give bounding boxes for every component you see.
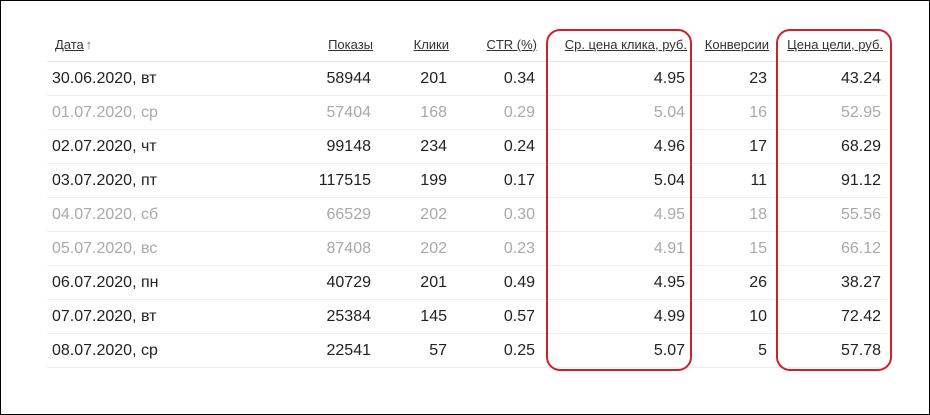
cell-conversions: 15 xyxy=(691,231,773,266)
table-body: 30.06.2020, вт 58944 201 0.34 4.95 23 43.24 01.… xyxy=(47,61,887,368)
table-row: 06.07.2020, пн 40729 201 0.49 4.95 26 38.27 xyxy=(47,265,887,300)
cell-goal-cost: 91.12 xyxy=(773,163,887,198)
table-row: 30.06.2020, вт 58944 201 0.34 4.95 23 43.24 xyxy=(47,61,887,96)
cell-cpc: 4.95 xyxy=(541,61,691,96)
cell-ctr: 0.49 xyxy=(453,265,541,300)
header-ctr-label[interactable]: CTR (%) xyxy=(486,37,537,52)
cell-clicks: 202 xyxy=(377,231,453,266)
cell-impressions: 66529 xyxy=(287,197,377,232)
cell-impressions: 40729 xyxy=(287,265,377,300)
cell-cpc: 5.07 xyxy=(541,333,691,368)
cell-ctr: 0.25 xyxy=(453,333,541,368)
cell-impressions: 22541 xyxy=(287,333,377,368)
cell-goal-cost: 38.27 xyxy=(773,265,887,300)
header-clicks-label[interactable]: Клики xyxy=(414,37,449,52)
header-cpc[interactable]: Ср. цена клика, руб. xyxy=(541,27,691,62)
cell-clicks: 168 xyxy=(377,95,453,130)
cell-ctr: 0.23 xyxy=(453,231,541,266)
cell-impressions: 25384 xyxy=(287,299,377,334)
cell-cpc: 4.99 xyxy=(541,299,691,334)
cell-conversions: 26 xyxy=(691,265,773,300)
cell-cpc: 4.95 xyxy=(541,197,691,232)
cell-ctr: 0.17 xyxy=(453,163,541,198)
cell-conversions: 5 xyxy=(691,333,773,368)
cell-goal-cost: 52.95 xyxy=(773,95,887,130)
cell-conversions: 10 xyxy=(691,299,773,334)
cell-goal-cost: 72.42 xyxy=(773,299,887,334)
cell-conversions: 23 xyxy=(691,61,773,96)
cell-goal-cost: 57.78 xyxy=(773,333,887,368)
cell-cpc: 4.96 xyxy=(541,129,691,164)
sort-ascending-icon[interactable]: ↑ xyxy=(86,37,93,52)
cell-date: 04.07.2020, сб xyxy=(47,197,287,232)
cell-goal-cost: 55.56 xyxy=(773,197,887,232)
header-clicks[interactable]: Клики xyxy=(377,27,453,62)
cell-date: 07.07.2020, вт xyxy=(47,299,287,334)
cell-cpc: 5.04 xyxy=(541,95,691,130)
cell-conversions: 16 xyxy=(691,95,773,130)
cell-cpc: 5.04 xyxy=(541,163,691,198)
cell-impressions: 99148 xyxy=(287,129,377,164)
table-header-row: Дата ↑ Показы Клики CTR (%) Ср. цена клик… xyxy=(47,27,887,62)
cell-conversions: 18 xyxy=(691,197,773,232)
header-date-label[interactable]: Дата xyxy=(55,37,84,52)
table-row: 05.07.2020, вс 87408 202 0.23 4.91 15 66.12 xyxy=(47,231,887,266)
cell-date: 02.07.2020, чт xyxy=(47,129,287,164)
cell-goal-cost: 68.29 xyxy=(773,129,887,164)
cell-date: 05.07.2020, вс xyxy=(47,231,287,266)
cell-impressions: 57404 xyxy=(287,95,377,130)
cell-cpc: 4.91 xyxy=(541,231,691,266)
cell-conversions: 17 xyxy=(691,129,773,164)
header-date[interactable]: Дата ↑ xyxy=(47,27,287,62)
cell-date: 01.07.2020, ср xyxy=(47,95,287,130)
cell-clicks: 201 xyxy=(377,265,453,300)
cell-clicks: 145 xyxy=(377,299,453,334)
header-conversions[interactable]: Конверсии xyxy=(691,27,773,62)
cell-conversions: 11 xyxy=(691,163,773,198)
cell-date: 30.06.2020, вт xyxy=(47,61,287,96)
table-row: 04.07.2020, сб 66529 202 0.30 4.95 18 55.56 xyxy=(47,197,887,232)
stats-table: Дата ↑ Показы Клики CTR (%) Ср. цена клик… xyxy=(47,27,887,368)
cell-date: 03.07.2020, пт xyxy=(47,163,287,198)
cell-cpc: 4.95 xyxy=(541,265,691,300)
cell-clicks: 201 xyxy=(377,61,453,96)
screenshot-frame: Дата ↑ Показы Клики CTR (%) Ср. цена клик… xyxy=(0,0,930,415)
cell-clicks: 234 xyxy=(377,129,453,164)
cell-ctr: 0.24 xyxy=(453,129,541,164)
header-cpc-label[interactable]: Ср. цена клика, руб. xyxy=(565,37,687,52)
cell-date: 06.07.2020, пн xyxy=(47,265,287,300)
cell-date: 08.07.2020, ср xyxy=(47,333,287,368)
cell-ctr: 0.30 xyxy=(453,197,541,232)
header-goal-cost[interactable]: Цена цели, руб. xyxy=(773,27,887,62)
table-row: 01.07.2020, ср 57404 168 0.29 5.04 16 52.95 xyxy=(47,95,887,130)
header-goal-cost-label[interactable]: Цена цели, руб. xyxy=(787,37,883,52)
cell-ctr: 0.57 xyxy=(453,299,541,334)
cell-goal-cost: 66.12 xyxy=(773,231,887,266)
header-impressions[interactable]: Показы xyxy=(287,27,377,62)
table-row: 02.07.2020, чт 99148 234 0.24 4.96 17 68.29 xyxy=(47,129,887,164)
cell-clicks: 202 xyxy=(377,197,453,232)
table-row: 03.07.2020, пт 117515 199 0.17 5.04 11 91.12 xyxy=(47,163,887,198)
header-impressions-label[interactable]: Показы xyxy=(328,37,373,52)
cell-ctr: 0.34 xyxy=(453,61,541,96)
cell-impressions: 58944 xyxy=(287,61,377,96)
cell-goal-cost: 43.24 xyxy=(773,61,887,96)
cell-impressions: 87408 xyxy=(287,231,377,266)
table-row: 08.07.2020, ср 22541 57 0.25 5.07 5 57.78 xyxy=(47,333,887,368)
cell-impressions: 117515 xyxy=(287,163,377,198)
table-row: 07.07.2020, вт 25384 145 0.57 4.99 10 72.42 xyxy=(47,299,887,334)
header-ctr[interactable]: CTR (%) xyxy=(453,27,541,62)
cell-ctr: 0.29 xyxy=(453,95,541,130)
cell-clicks: 199 xyxy=(377,163,453,198)
cell-clicks: 57 xyxy=(377,333,453,368)
header-conversions-label[interactable]: Конверсии xyxy=(705,37,769,52)
